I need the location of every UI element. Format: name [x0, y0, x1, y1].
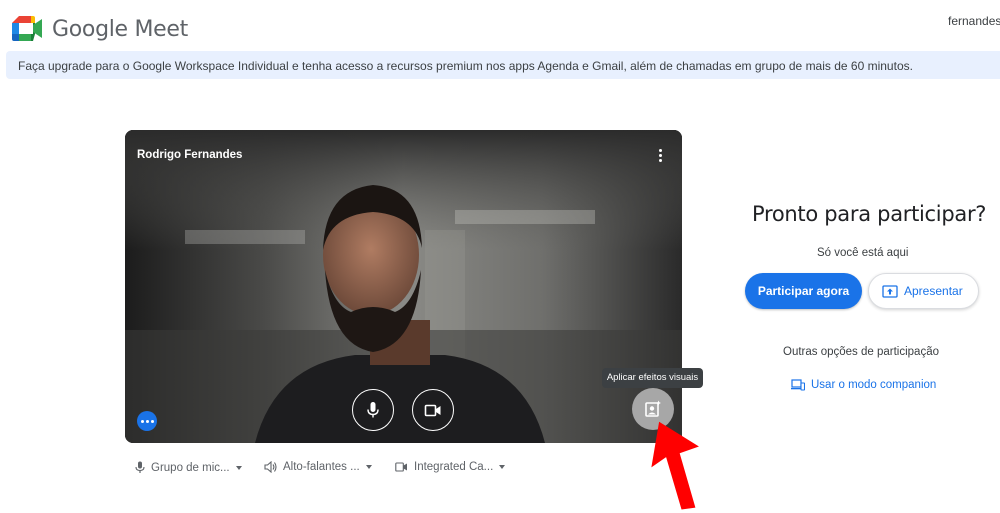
account-label[interactable]: fernandes.r — [948, 14, 1000, 28]
camera-feed-image — [125, 130, 682, 443]
mic-icon — [367, 402, 379, 418]
companion-icon — [791, 379, 805, 391]
chevron-down-icon — [499, 465, 506, 469]
present-button-label: Apresentar — [904, 284, 963, 298]
chevron-down-icon — [365, 465, 372, 469]
visual-effects-icon — [645, 400, 661, 417]
other-options-heading: Outras opções de participação — [783, 346, 939, 358]
mic-toggle-button[interactable] — [352, 389, 394, 431]
speaker-icon — [264, 461, 277, 473]
more-vert-icon[interactable] — [656, 149, 664, 163]
participants-status: Só você está aqui — [817, 247, 909, 259]
speaker-selector[interactable]: Alto-falantes ... — [264, 461, 372, 473]
annotation-arrow-icon — [651, 421, 699, 510]
camera-preview: Rodrigo Fernandes — [125, 130, 682, 443]
top-bar: Google Meet fernandes.r — [0, 0, 1000, 52]
present-icon — [882, 284, 898, 298]
mic-icon — [135, 461, 145, 473]
companion-mode-label: Usar o modo companion — [811, 379, 937, 391]
upgrade-banner-text: Faça upgrade para o Google Workspace Ind… — [18, 59, 913, 73]
videocam-icon — [395, 462, 407, 472]
present-button[interactable]: Apresentar — [868, 273, 979, 309]
effects-tooltip: Aplicar efeitos visuais — [602, 368, 703, 388]
companion-mode-link[interactable]: Usar o modo companion — [791, 379, 936, 391]
microphone-selector-label: Grupo de mic... — [151, 461, 230, 474]
camera-selector-label: Integrated Ca... — [414, 461, 494, 473]
videocam-icon — [424, 404, 441, 416]
join-now-button[interactable]: Participar agora — [745, 273, 862, 309]
participant-name: Rodrigo Fernandes — [137, 149, 243, 161]
upgrade-banner: Faça upgrade para o Google Workspace Ind… — [6, 51, 1000, 79]
brand-name: Google Meet — [52, 17, 188, 42]
ready-title: Pronto para participar? — [752, 202, 987, 226]
meet-logo-icon[interactable] — [12, 16, 42, 41]
microphone-selector[interactable]: Grupo de mic... — [135, 461, 242, 474]
speaker-selector-label: Alto-falantes ... — [283, 461, 360, 473]
camera-selector[interactable]: Integrated Ca... — [395, 461, 506, 473]
camera-toggle-button[interactable] — [412, 389, 454, 431]
chevron-down-icon — [235, 465, 242, 470]
more-horiz-icon[interactable] — [137, 411, 157, 431]
